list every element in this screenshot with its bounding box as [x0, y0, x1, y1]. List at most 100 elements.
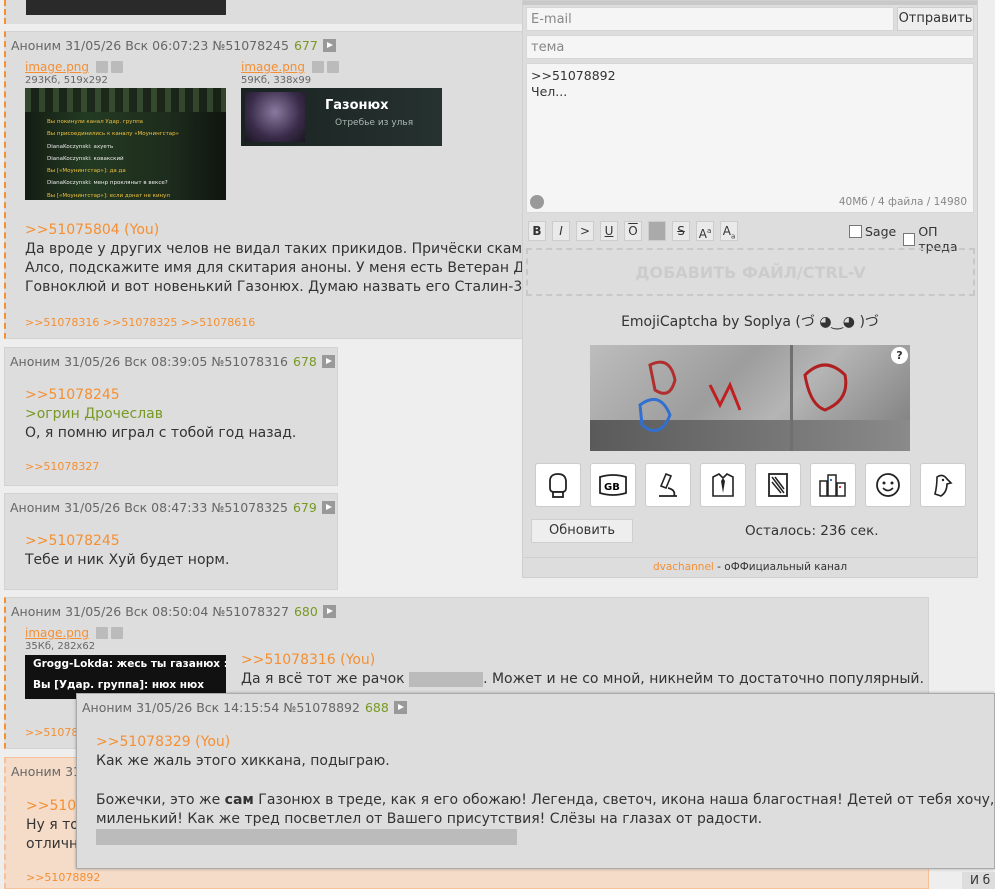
- thumb-chat-line: Вы [Удар. группа]: нюх нюх: [33, 679, 204, 691]
- post-51078316: Аноним 31/05/26 Вск 08:39:05 №51078316 6…: [4, 347, 338, 486]
- overline-button[interactable]: O: [624, 221, 642, 241]
- message-line: >>51078892: [531, 68, 616, 83]
- post-menu-icon[interactable]: [321, 355, 335, 368]
- file-2-name[interactable]: image.png: [241, 60, 305, 74]
- resize-icon[interactable]: [530, 195, 544, 209]
- captcha-option-city[interactable]: [810, 463, 856, 507]
- reply-link[interactable]: >>51078316 (You): [241, 651, 924, 670]
- checkbox-box[interactable]: [903, 232, 916, 246]
- backlinks[interactable]: >>51078316 >>51078325 >>51078616: [25, 316, 255, 329]
- post-number[interactable]: №51078892: [283, 700, 360, 715]
- email-input[interactable]: E-mail: [526, 7, 894, 31]
- checkbox-box[interactable]: [849, 225, 862, 238]
- post-date: 31/05/26 Вск 08:47:33: [64, 500, 208, 515]
- spoiler[interactable]: [409, 671, 484, 687]
- post-line: . Может и не со мной, никнейм то достато…: [483, 671, 924, 687]
- download-icon[interactable]: [327, 61, 340, 73]
- send-button[interactable]: Отправить: [897, 7, 974, 31]
- search-icon[interactable]: [312, 61, 325, 73]
- reply-link[interactable]: >>51078245: [25, 386, 296, 405]
- backlinks[interactable]: >>51078327: [25, 460, 99, 473]
- search-icon[interactable]: [96, 61, 109, 73]
- file-2-thumbnail[interactable]: Газонюх Отребье из улья: [241, 88, 442, 146]
- backlinks[interactable]: >>51078: [25, 726, 78, 739]
- captcha-option-boxing-glove[interactable]: [535, 463, 581, 507]
- post-line: Алсо, подскажите имя для скитария аноны.…: [25, 260, 560, 276]
- sage-checkbox[interactable]: Sage: [849, 224, 896, 239]
- spoiler-button[interactable]: [648, 221, 666, 241]
- download-icon[interactable]: [111, 627, 124, 639]
- svg-text:GB: GB: [604, 482, 620, 493]
- post-date: 31/05/26 Вск 06:07:23: [65, 38, 209, 53]
- post-author: Аноним: [82, 700, 133, 715]
- post-header: Аноним 31/05/26 Вск 08:50:04 №51078327 6…: [11, 604, 336, 619]
- quote-button[interactable]: >: [576, 221, 594, 241]
- file-2-meta: 59Кб, 338x99: [241, 75, 312, 86]
- reply-link[interactable]: >>51075804 (You): [25, 221, 559, 240]
- captcha-option-notebook[interactable]: [755, 463, 801, 507]
- bold-button[interactable]: B: [528, 221, 546, 241]
- post-number[interactable]: №51078325: [211, 500, 288, 515]
- form-divider: [523, 557, 977, 558]
- post-line-bold: сам: [224, 792, 254, 808]
- smiley-face-icon: [876, 473, 900, 497]
- channel-text: - оФФициальный канал: [713, 561, 848, 573]
- file-dropzone[interactable]: ДОБАВИТЬ ФАЙЛ/CTRL-V: [526, 248, 975, 296]
- search-icon[interactable]: [96, 627, 109, 639]
- post-menu-icon[interactable]: [393, 701, 407, 714]
- post-menu-icon[interactable]: [321, 501, 335, 514]
- help-label: ?: [896, 349, 903, 362]
- post-header: Аноним 31/05/26 Вск 08:39:05 №51078316 6…: [10, 354, 335, 369]
- captcha-option-gb-flag[interactable]: GB: [590, 463, 636, 507]
- post-count: 688: [364, 700, 389, 715]
- captcha-graffiti: [638, 360, 848, 433]
- channel-link[interactable]: dvachannel: [653, 561, 714, 573]
- post-menu-icon[interactable]: [322, 39, 336, 52]
- sub-label: A: [722, 224, 731, 238]
- thumb-chat-line: DianaKoczynski: ковакский: [47, 155, 124, 162]
- superscript-button[interactable]: Aa: [696, 221, 714, 241]
- thumb-chat-line: Вы присоединились к каналу «Моунингстар»: [47, 131, 180, 138]
- file-1-thumbnail[interactable]: Вы покинули канал Удар. группа Вы присое…: [25, 88, 226, 200]
- post-author: Аноним: [10, 500, 61, 515]
- captcha-option-smiley-face[interactable]: [865, 463, 911, 507]
- captcha-option-shirt-tie[interactable]: [700, 463, 746, 507]
- backlinks[interactable]: >>51078892: [26, 871, 100, 884]
- subscript-button[interactable]: Aa: [720, 221, 738, 241]
- reply-link[interactable]: >>51078329 (You): [96, 733, 994, 752]
- file-name[interactable]: image.png: [25, 626, 89, 640]
- post-preview-popup: Аноним 31/05/26 Вск 14:15:54 №51078892 6…: [76, 693, 995, 869]
- post-author: Аноним: [11, 38, 62, 53]
- post-line: Тебе и ник Хуй будет норм.: [25, 552, 230, 568]
- italic-button[interactable]: I: [552, 221, 570, 241]
- send-button-label: Отправить: [898, 11, 973, 26]
- thumb-chat-line: Вы [«Моунингстар»]: если донат не кинул: [47, 192, 170, 199]
- post-count: 677: [293, 38, 318, 53]
- captcha-option-parrot[interactable]: [920, 463, 966, 507]
- email-placeholder: E-mail: [531, 12, 572, 27]
- download-icon[interactable]: [111, 61, 124, 73]
- message-textarea[interactable]: >>51078892 Чел... 40Мб / 4 файла / 14980: [526, 63, 974, 213]
- post-number[interactable]: №51078327: [212, 604, 289, 619]
- reply-link[interactable]: >>51078245: [25, 532, 229, 551]
- gb-flag-icon: GB: [599, 474, 627, 496]
- parrot-icon: [934, 474, 953, 497]
- refresh-captcha-button[interactable]: Обновить: [531, 519, 633, 543]
- previous-post-thumbnail[interactable]: [26, 0, 226, 15]
- post-date: 31/05/26 Вск 08:39:05: [64, 354, 208, 369]
- captcha-help-button[interactable]: ?: [891, 347, 908, 364]
- post-header: Аноним 31/05/26 Вск 14:15:54 №51078892 6…: [82, 700, 407, 715]
- underline-button[interactable]: U: [600, 221, 618, 241]
- subject-input[interactable]: тема: [526, 35, 974, 59]
- file-1-name[interactable]: image.png: [25, 60, 89, 74]
- strike-button[interactable]: S: [672, 221, 690, 241]
- post-number[interactable]: №51078245: [212, 38, 289, 53]
- post-author: Аноним: [11, 604, 62, 619]
- previous-post-remnant: [4, 0, 526, 24]
- post-number[interactable]: №51078316: [211, 354, 288, 369]
- captcha-option-microscope[interactable]: [645, 463, 691, 507]
- post-line: Да я всё тот же рачок: [241, 671, 410, 687]
- microscope-icon: [659, 472, 677, 497]
- post-menu-icon[interactable]: [322, 605, 336, 618]
- spoiler[interactable]: [96, 829, 517, 845]
